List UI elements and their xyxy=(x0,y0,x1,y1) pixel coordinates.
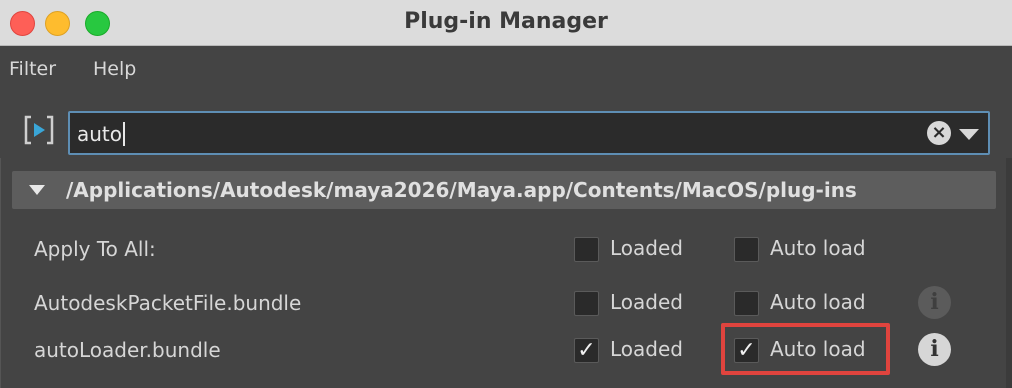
menu-help[interactable]: Help xyxy=(93,58,136,80)
clear-icon[interactable]: × xyxy=(927,121,951,145)
loaded-label: Loaded xyxy=(610,290,683,314)
chevron-down-icon[interactable] xyxy=(959,129,979,140)
autoload-label: Auto load xyxy=(770,290,866,314)
search-input[interactable]: auto × xyxy=(68,111,990,155)
plugin-name: AutodeskPacketFile.bundle xyxy=(34,291,302,315)
plugin-row: AutodeskPacketFile.bundle Loaded Auto lo… xyxy=(0,283,1006,323)
plugin-row: autoLoader.bundle ✓ Loaded ✓ Auto load i xyxy=(0,330,1006,370)
loaded-label: Loaded xyxy=(610,337,683,361)
apply-to-all-label: Apply To All: xyxy=(34,237,156,261)
section-path: /Applications/Autodesk/maya2026/Maya.app… xyxy=(66,178,857,202)
loaded-label: Loaded xyxy=(610,236,683,260)
loaded-checkbox[interactable] xyxy=(574,291,599,316)
menu-bar: Filter Help xyxy=(0,47,1012,91)
autoload-checkbox[interactable]: ✓ xyxy=(734,338,759,363)
title-bar: Plug-in Manager xyxy=(0,0,1012,46)
filter-icon[interactable] xyxy=(24,114,54,146)
scrollbar[interactable] xyxy=(1006,158,1012,388)
info-icon[interactable]: i xyxy=(918,286,951,319)
autoload-label: Auto load xyxy=(770,236,866,260)
apply-all-loaded-checkbox[interactable] xyxy=(574,237,599,262)
plugin-name: autoLoader.bundle xyxy=(34,338,221,362)
search-row: auto × xyxy=(0,106,1012,156)
info-icon[interactable]: i xyxy=(918,333,951,366)
loaded-checkbox[interactable]: ✓ xyxy=(574,338,599,363)
search-input-value[interactable]: auto xyxy=(77,122,126,146)
apply-all-autoload-checkbox[interactable] xyxy=(734,237,759,262)
menu-filter[interactable]: Filter xyxy=(9,58,56,80)
window-title: Plug-in Manager xyxy=(404,9,608,34)
autoload-checkbox[interactable] xyxy=(734,291,759,316)
autoload-label: Auto load xyxy=(770,337,866,361)
section-header[interactable]: /Applications/Autodesk/maya2026/Maya.app… xyxy=(12,171,996,209)
apply-to-all-row: Apply To All: Loaded Auto load xyxy=(0,229,1006,269)
collapse-arrow-icon[interactable] xyxy=(29,185,45,195)
